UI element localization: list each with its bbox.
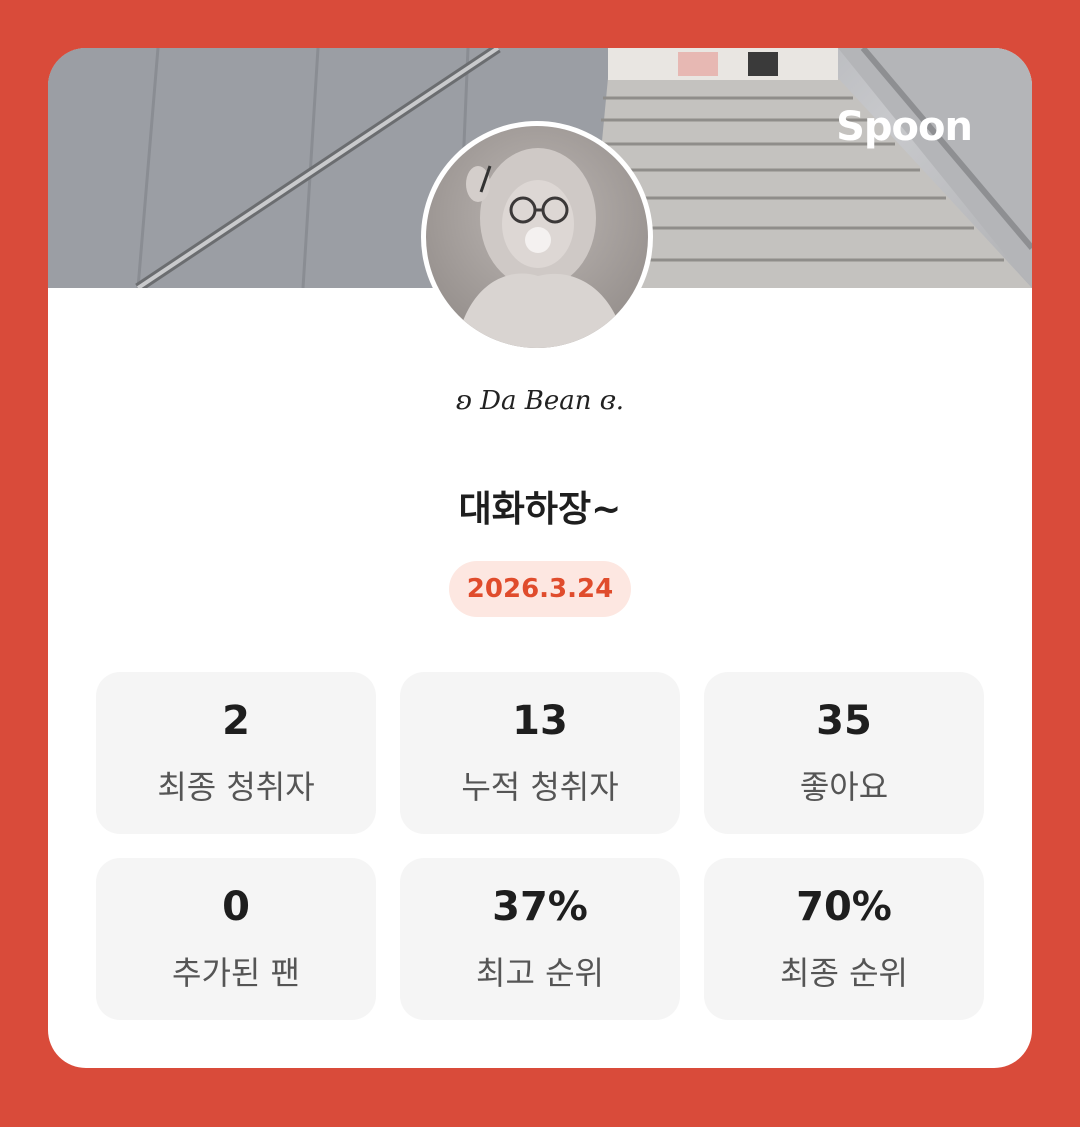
stat-label: 좋아요 bbox=[799, 768, 889, 806]
date-badge: 2026.3.24 bbox=[449, 561, 631, 617]
stat-value: 70% bbox=[796, 884, 892, 930]
stat-tile-final-listeners: 2 최종 청취자 bbox=[96, 672, 376, 834]
stat-tile-total-listeners: 13 누적 청취자 bbox=[400, 672, 680, 834]
person-photo-illustration bbox=[456, 148, 626, 348]
stat-tile-likes: 35 좋아요 bbox=[704, 672, 984, 834]
stat-value: 35 bbox=[816, 698, 872, 744]
stat-tile-best-rank: 37% 최고 순위 bbox=[400, 858, 680, 1020]
stat-label: 최고 순위 bbox=[476, 954, 604, 992]
stats-grid: 2 최종 청취자 13 누적 청취자 35 좋아요 0 추가된 팬 37% 최고… bbox=[96, 672, 984, 1020]
stat-label: 누적 청취자 bbox=[461, 768, 619, 806]
stat-tile-added-fans: 0 추가된 팬 bbox=[96, 858, 376, 1020]
stat-label: 최종 청취자 bbox=[157, 768, 315, 806]
stat-label: 최종 순위 bbox=[780, 954, 908, 992]
signature-text: ʚ Da Bean ɞ. bbox=[455, 386, 625, 416]
spoon-logo: Spoon bbox=[836, 104, 973, 150]
stat-value: 37% bbox=[492, 884, 588, 930]
stat-value: 0 bbox=[222, 884, 250, 930]
stat-value: 2 bbox=[222, 698, 250, 744]
live-report-card: Spoon ʚ Da Bean ɞ. 대화하장~ 2026.3.24 2 최종 … bbox=[48, 48, 1032, 1068]
avatar bbox=[421, 121, 653, 353]
avatar-photo bbox=[426, 126, 648, 348]
live-title: 대화하장~ bbox=[458, 489, 622, 530]
stat-label: 추가된 팬 bbox=[172, 954, 300, 992]
stat-tile-final-rank: 70% 최종 순위 bbox=[704, 858, 984, 1020]
stat-value: 13 bbox=[512, 698, 568, 744]
